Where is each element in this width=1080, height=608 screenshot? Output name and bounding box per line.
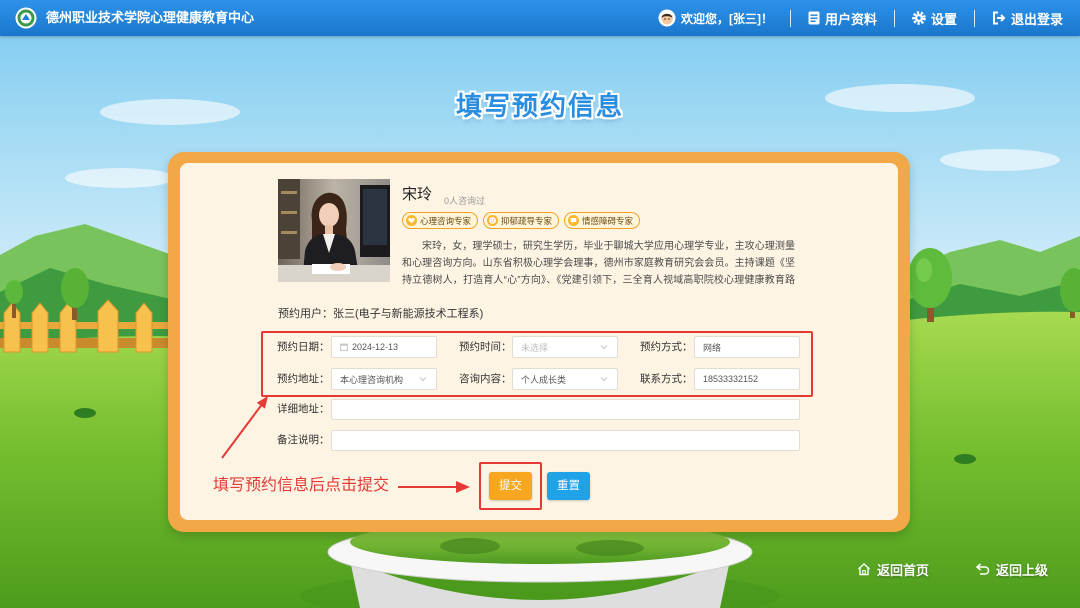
logout-link[interactable]: 退出登录 <box>992 9 1063 28</box>
home-icon <box>858 563 870 576</box>
settings-link[interactable]: 设置 <box>912 9 957 28</box>
arrow-to-submit <box>398 481 470 493</box>
nav-divider <box>973 9 975 27</box>
annotation-arrows <box>221 396 470 493</box>
salad-bowl <box>300 520 780 608</box>
back-to-home-link[interactable]: 返回首页 <box>857 559 929 579</box>
back-to-previous-label: 返回上级 <box>996 562 1049 578</box>
nav-divider <box>893 9 895 27</box>
settings-label: 设置 <box>930 11 957 27</box>
gear-icon <box>912 11 926 25</box>
welcome-text: 欢迎您，[张三]！ <box>680 11 773 26</box>
document-icon <box>808 11 820 25</box>
avatar-icon <box>658 9 676 27</box>
user-nav: 欢迎您，[张三]！ 用户资料 设置 退出登录 <box>658 0 1063 36</box>
appointment-card: 宋玲 0人咨询过 心理咨询专家 抑郁疏导专家 情感障碍专家 宋玲，女，理学硕士，… <box>168 152 910 532</box>
site-title[interactable]: 德州职业技术学院心理健康教育中心 <box>46 0 254 36</box>
welcome-user: 欢迎您，[张三]！ <box>658 9 773 27</box>
back-to-previous-link[interactable]: 返回上级 <box>974 559 1048 579</box>
appointment-card-body: 宋玲 0人咨询过 心理咨询专家 抑郁疏导专家 情感障碍专家 宋玲，女，理学硕士，… <box>180 163 898 520</box>
logout-label: 退出登录 <box>1010 11 1063 27</box>
nav-divider <box>789 9 791 27</box>
top-bar: 德州职业技术学院心理健康教育中心 欢迎您，[张三]！ 用户资料 设置 退出登录 <box>0 0 1080 36</box>
back-to-home-label: 返回首页 <box>877 562 930 578</box>
back-arrow-icon <box>975 563 990 575</box>
user-profile-label: 用户资料 <box>824 11 877 27</box>
logout-icon <box>992 11 1006 25</box>
user-profile-link[interactable]: 用户资料 <box>808 9 877 28</box>
school-logo-icon[interactable] <box>15 7 37 29</box>
page-title: 填写预约信息 <box>455 91 624 121</box>
arrow-to-form <box>221 396 268 459</box>
